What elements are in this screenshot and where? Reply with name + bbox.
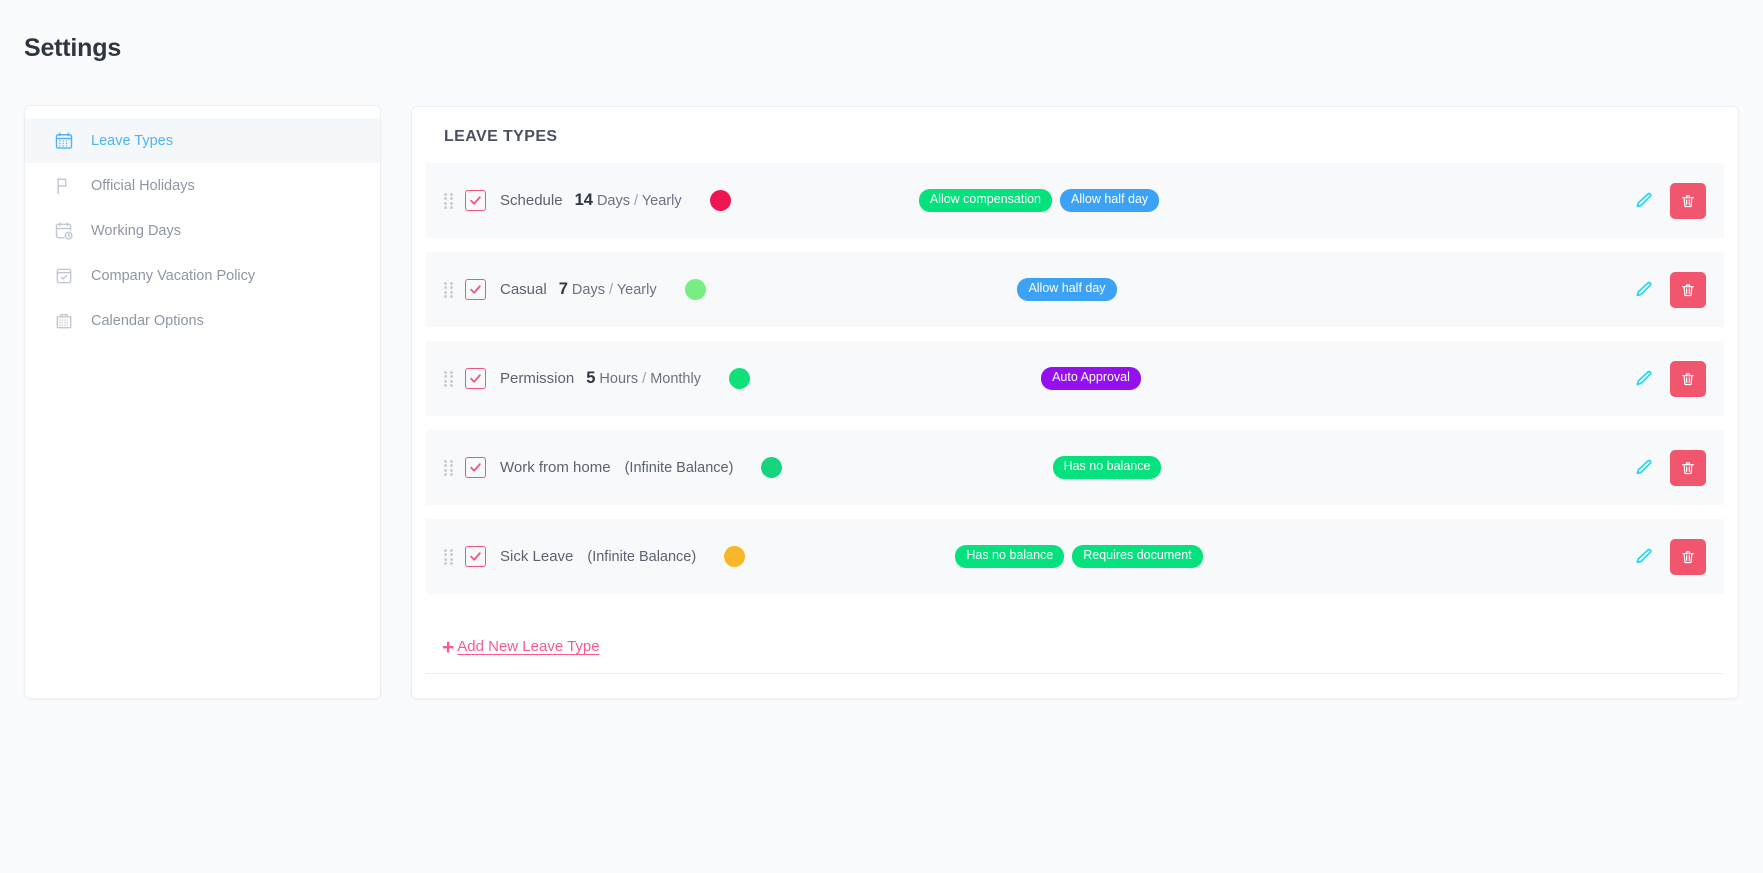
plus-icon: + <box>442 636 455 659</box>
balance-amount: 5 <box>586 369 596 387</box>
leave-type-actions <box>1631 271 1706 308</box>
leave-type-name: Permission <box>500 370 575 387</box>
sidebar-item-calendar-options[interactable]: Calendar Options <box>25 298 380 343</box>
leave-type-balance: 14 Days / Yearly <box>575 191 682 210</box>
clipboard-calendar-icon <box>54 311 74 331</box>
panel-divider <box>426 673 1724 674</box>
drag-handle-icon[interactable] <box>444 281 454 298</box>
leave-type-name: Schedule <box>500 192 563 209</box>
flag-icon <box>54 176 74 196</box>
leave-type-badge[interactable]: Allow compensation <box>918 189 1053 212</box>
leave-type-name: Work from home <box>500 459 611 476</box>
leave-type-enabled-checkbox[interactable] <box>465 457 486 478</box>
leave-type-color-dot <box>684 279 706 300</box>
leave-type-badge[interactable]: Has no balance <box>1052 456 1162 479</box>
calendar-check-icon <box>54 266 74 286</box>
leave-type-balance: 7 Days / Yearly <box>559 280 657 299</box>
leave-type-enabled-checkbox[interactable] <box>465 279 486 300</box>
leave-type-actions <box>1631 538 1706 575</box>
leave-type-enabled-checkbox[interactable] <box>465 190 486 211</box>
sidebar-item-leave-types[interactable]: Leave Types <box>25 118 380 163</box>
calendar-grid-icon <box>54 131 74 151</box>
settings-page: Settings Leave Types Official Holidays Wor… <box>0 0 1763 873</box>
add-new-leave-type-wrap: + Add New Leave Type <box>412 594 1738 658</box>
leave-type-infinite-balance: (Infinite Balance) <box>624 459 734 476</box>
leave-type-badge[interactable]: Allow half day <box>1060 189 1160 212</box>
leave-type-row: Permission 5 Hours / Monthly Auto Approval <box>426 341 1724 416</box>
sidebar-item-working-days[interactable]: Working Days <box>25 208 380 253</box>
leave-type-balance: 5 Hours / Monthly <box>586 369 701 388</box>
balance-unit: Hours <box>599 371 639 387</box>
balance-period: Yearly <box>641 193 682 209</box>
leave-type-badge[interactable]: Allow half day <box>1017 278 1117 301</box>
balance-unit: Days <box>571 282 605 298</box>
drag-handle-icon[interactable] <box>444 370 454 387</box>
leave-type-row: Work from home (Infinite Balance) Has no b… <box>426 430 1724 505</box>
balance-amount: 14 <box>574 191 593 209</box>
drag-handle-icon[interactable] <box>444 192 454 209</box>
delete-leave-type-button[interactable] <box>1670 271 1706 308</box>
drag-handle-icon[interactable] <box>444 548 454 565</box>
sidebar-item-label: Working Days <box>91 222 181 239</box>
balance-separator: / <box>609 282 614 298</box>
drag-handle-icon[interactable] <box>444 459 454 476</box>
leave-type-badge[interactable]: Has no balance <box>955 545 1065 568</box>
balance-separator: / <box>634 193 639 209</box>
edit-leave-type-button[interactable] <box>1631 188 1657 214</box>
leave-type-color-dot <box>761 457 783 478</box>
edit-leave-type-button[interactable] <box>1631 277 1657 303</box>
sidebar-item-company-vacation-policy[interactable]: Company Vacation Policy <box>25 253 380 298</box>
edit-leave-type-button[interactable] <box>1631 455 1657 481</box>
sidebar-item-label: Calendar Options <box>91 312 204 329</box>
balance-separator: / <box>642 371 647 387</box>
leave-type-row: Schedule 14 Days / Yearly Allow compensati… <box>426 163 1724 238</box>
leave-type-actions <box>1631 182 1706 219</box>
delete-leave-type-button[interactable] <box>1670 182 1706 219</box>
leave-type-name: Casual <box>500 281 547 298</box>
balance-amount: 7 <box>558 280 568 298</box>
leave-type-color-dot <box>709 190 731 211</box>
settings-sidebar: Leave Types Official Holidays Working Days… <box>24 105 381 699</box>
sidebar-item-official-holidays[interactable]: Official Holidays <box>25 163 380 208</box>
leave-types-panel: LEAVE TYPES Schedule 14 Days / Yearly Allo… <box>411 106 1739 699</box>
balance-period: Yearly <box>616 282 657 298</box>
leave-type-enabled-checkbox[interactable] <box>465 546 486 567</box>
delete-leave-type-button[interactable] <box>1670 449 1706 486</box>
delete-leave-type-button[interactable] <box>1670 538 1706 575</box>
leave-type-badge[interactable]: Requires document <box>1072 545 1203 568</box>
leave-type-row: Casual 7 Days / Yearly Allow half day <box>426 252 1724 327</box>
leave-type-row: Sick Leave (Infinite Balance) Has no balan… <box>426 519 1724 594</box>
leave-types-list: Schedule 14 Days / Yearly Allow compensati… <box>412 163 1738 594</box>
leave-type-actions <box>1631 449 1706 486</box>
delete-leave-type-button[interactable] <box>1670 360 1706 397</box>
panel-heading: LEAVE TYPES <box>444 128 558 145</box>
add-new-leave-type-label: Add New Leave Type <box>457 638 600 655</box>
leave-type-enabled-checkbox[interactable] <box>465 368 486 389</box>
sidebar-item-label: Leave Types <box>91 132 173 149</box>
leave-type-color-dot <box>728 368 750 389</box>
leave-type-actions <box>1631 360 1706 397</box>
calendar-clock-icon <box>54 221 74 241</box>
edit-leave-type-button[interactable] <box>1631 366 1657 392</box>
add-new-leave-type-link[interactable]: + Add New Leave Type <box>442 636 600 659</box>
page-title: Settings <box>24 34 122 62</box>
sidebar-item-label: Official Holidays <box>91 177 195 194</box>
leave-type-color-dot <box>724 546 746 567</box>
edit-leave-type-button[interactable] <box>1631 544 1657 570</box>
balance-period: Monthly <box>650 371 701 387</box>
leave-type-badge[interactable]: Auto Approval <box>1041 367 1141 390</box>
leave-type-name: Sick Leave <box>500 548 574 565</box>
sidebar-item-label: Company Vacation Policy <box>91 267 256 284</box>
leave-type-infinite-balance: (Infinite Balance) <box>587 548 697 565</box>
balance-unit: Days <box>596 193 630 209</box>
